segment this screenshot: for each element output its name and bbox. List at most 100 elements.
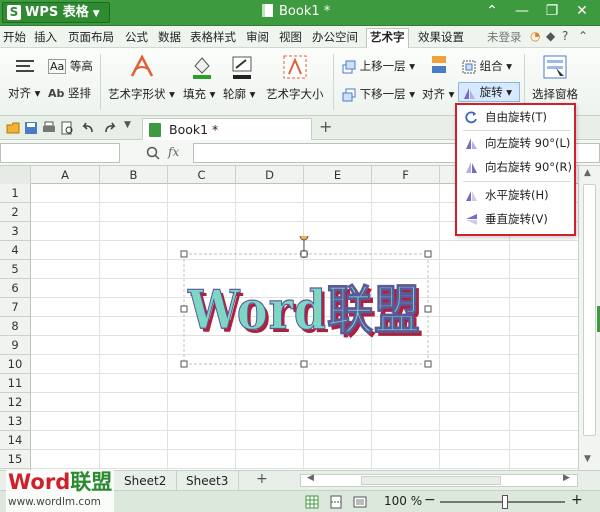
menu-page-layout[interactable]: 页面布局: [68, 29, 114, 46]
menu-formula[interactable]: 公式: [125, 29, 148, 46]
row-header[interactable]: 4: [0, 241, 31, 260]
row-header[interactable]: 6: [0, 279, 31, 298]
row-header[interactable]: 5: [0, 260, 31, 279]
group-button[interactable]: 组合 ▾: [462, 58, 512, 74]
zoom-slider[interactable]: [440, 495, 565, 509]
login-link[interactable]: 未登录: [487, 29, 522, 45]
add-sheet-icon[interactable]: +: [256, 471, 268, 487]
restore-window-button[interactable]: ❐: [538, 0, 566, 24]
column-header[interactable]: A: [31, 166, 100, 184]
print-icon[interactable]: [42, 121, 56, 135]
vertical-scrollbar[interactable]: ▲ ▼: [578, 166, 600, 470]
zoom-level[interactable]: 100 %: [384, 494, 422, 508]
menu-table-style[interactable]: 表格样式: [190, 29, 236, 46]
close-window-button[interactable]: ✕: [568, 0, 596, 24]
row-header[interactable]: 14: [0, 431, 31, 450]
scroll-down-icon[interactable]: ▼: [584, 454, 591, 464]
fill-button[interactable]: 填充 ▾: [183, 86, 215, 102]
equal-height-button[interactable]: Aa 等高: [48, 58, 93, 74]
zoom-out-icon[interactable]: −: [424, 492, 436, 508]
wordart-size-icon[interactable]: [282, 54, 308, 83]
bring-forward-button[interactable]: 上移一层 ▾: [342, 58, 415, 74]
column-header[interactable]: F: [372, 166, 440, 184]
wordart-object[interactable]: Word联盟: [172, 231, 442, 376]
scroll-left-icon[interactable]: ◀: [307, 473, 314, 483]
menu-office-space[interactable]: 办公空间: [312, 29, 358, 46]
scroll-thumb[interactable]: [583, 184, 596, 436]
function-icon[interactable]: fx: [168, 145, 179, 159]
row-header[interactable]: 8: [0, 317, 31, 336]
menu-effects[interactable]: 效果设置: [418, 29, 464, 46]
menu-home[interactable]: 开始: [3, 29, 26, 46]
normal-view-icon[interactable]: [305, 495, 319, 509]
menu-view[interactable]: 视图: [279, 29, 302, 46]
horizontal-scroll-thumb[interactable]: [361, 476, 501, 485]
zoom-slider-thumb[interactable]: [502, 495, 508, 509]
scroll-right-icon[interactable]: ▶: [563, 473, 570, 483]
outline-button[interactable]: 轮廓 ▾: [223, 86, 255, 102]
undo-icon[interactable]: [80, 121, 94, 135]
row-header[interactable]: 13: [0, 412, 31, 431]
print-preview-icon[interactable]: [60, 121, 74, 135]
open-folder-icon[interactable]: [6, 121, 20, 135]
row-header[interactable]: 10: [0, 355, 31, 374]
selection-pane-button[interactable]: 选择窗格: [532, 86, 578, 102]
horizontal-scrollbar[interactable]: ◀ ▶: [300, 473, 578, 487]
tab-book1[interactable]: Book1 *: [142, 118, 312, 140]
column-header[interactable]: C: [168, 166, 236, 184]
row-header[interactable]: 7: [0, 298, 31, 317]
outline-icon[interactable]: [230, 54, 254, 83]
redo-icon[interactable]: [104, 121, 118, 135]
column-header[interactable]: D: [236, 166, 304, 184]
column-header[interactable]: B: [100, 166, 168, 184]
app-menu-button[interactable]: S WPS 表格 ▼: [2, 2, 110, 23]
ribbon-collapse-icon[interactable]: ⌃: [578, 29, 588, 43]
row-header[interactable]: 15: [0, 450, 31, 469]
zoom-search-icon[interactable]: [146, 146, 160, 160]
page-break-view-icon[interactable]: [329, 495, 343, 509]
minimize-window-button[interactable]: —: [508, 0, 536, 24]
menu-item-flip-horizontal[interactable]: 水平旋转(H): [461, 185, 572, 206]
menu-review[interactable]: 审阅: [246, 29, 269, 46]
menu-item-rotate-left[interactable]: 向左旋转 90°(L): [461, 133, 572, 154]
reading-view-icon[interactable]: [353, 495, 367, 509]
ribbon-minimize-icon[interactable]: ⌃: [478, 0, 506, 24]
menu-data[interactable]: 数据: [158, 29, 181, 46]
send-backward-button[interactable]: 下移一层 ▾: [342, 86, 415, 102]
align-objects-button[interactable]: 对齐 ▾: [422, 86, 454, 102]
skin-icon[interactable]: ◔: [530, 29, 540, 43]
wordart-shape-button[interactable]: 艺术字形状 ▾: [108, 86, 175, 102]
row-header[interactable]: 1: [0, 184, 31, 203]
rotate-button[interactable]: 旋转 ▾: [458, 82, 520, 102]
select-all-corner[interactable]: [0, 166, 31, 184]
name-box[interactable]: [0, 143, 120, 163]
new-tab-icon[interactable]: +: [319, 117, 332, 136]
row-header[interactable]: 9: [0, 336, 31, 355]
align-text-button[interactable]: [14, 58, 36, 74]
selection-pane-icon[interactable]: [542, 54, 568, 83]
toolbar-more-icon[interactable]: ▼: [124, 120, 131, 130]
help-icon[interactable]: ?: [562, 29, 568, 43]
sheet-tab[interactable]: Sheet2: [114, 471, 178, 491]
align-label[interactable]: 对齐 ▾: [8, 85, 40, 101]
scroll-up-icon[interactable]: ▲: [584, 168, 591, 178]
menu-wordart[interactable]: 艺术字: [366, 28, 409, 48]
vertical-text-button[interactable]: Ab 竖排: [48, 85, 91, 101]
wordart-shape-icon[interactable]: [128, 54, 156, 83]
menu-item-rotate-right[interactable]: 向右旋转 90°(R): [461, 157, 572, 178]
sheet-tab[interactable]: Sheet3: [176, 471, 240, 491]
align-objects-icon[interactable]: [428, 54, 450, 79]
row-header[interactable]: 12: [0, 393, 31, 412]
row-header[interactable]: 3: [0, 222, 31, 241]
menu-item-flip-vertical[interactable]: 垂直旋转(V): [461, 209, 572, 230]
fill-icon[interactable]: [190, 54, 214, 83]
save-icon[interactable]: [24, 121, 38, 135]
row-header[interactable]: 11: [0, 374, 31, 393]
zoom-in-icon[interactable]: +: [571, 492, 583, 508]
wordart-size-button[interactable]: 艺术字大小: [266, 86, 324, 102]
menu-insert[interactable]: 插入: [34, 29, 57, 46]
row-header[interactable]: 2: [0, 203, 31, 222]
column-header[interactable]: E: [304, 166, 372, 184]
bulb-icon[interactable]: ◆: [546, 29, 555, 43]
menu-item-free-rotate[interactable]: 自由旋转(T): [461, 107, 572, 128]
